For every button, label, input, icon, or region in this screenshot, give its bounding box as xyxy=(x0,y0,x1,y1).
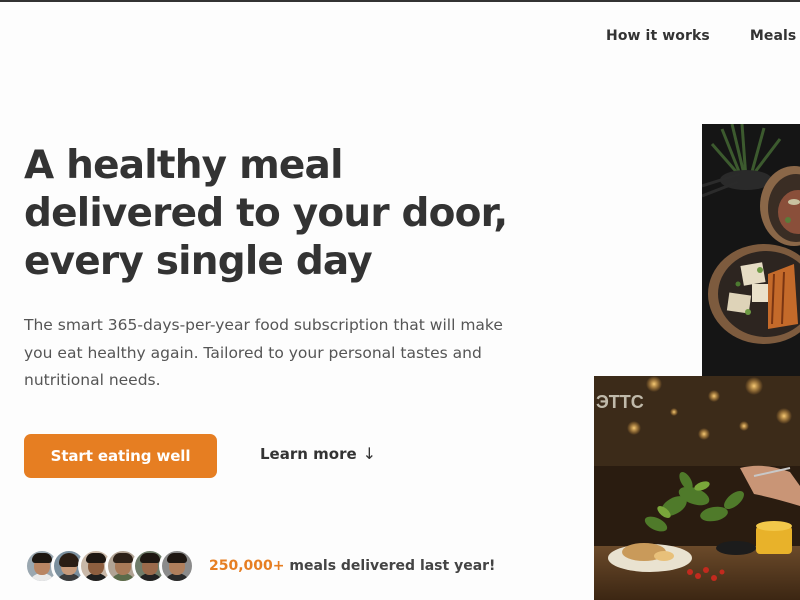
hero-title-line-2: delivered to your door, xyxy=(24,191,508,236)
delivered-meals: 250,000+ meals delivered last year! xyxy=(24,548,495,584)
hero-title: A healthy meal delivered to your door, e… xyxy=(24,142,544,286)
learn-more-label: Learn more xyxy=(260,444,357,463)
restaurant-illustration: ЭТТС xyxy=(594,376,800,600)
customer-avatars xyxy=(24,548,195,584)
hero-title-line-3: every single day xyxy=(24,239,373,284)
start-eating-well-button[interactable]: Start eating well xyxy=(24,434,217,478)
main-nav: How it works Meals xyxy=(606,28,796,44)
hero-description: The smart 365-days-per-year food subscri… xyxy=(24,316,503,389)
arrow-down-icon: ↓ xyxy=(362,444,377,463)
delivered-label: meals delivered last year! xyxy=(284,558,496,574)
nav-link-meals[interactable]: Meals xyxy=(750,28,797,44)
svg-text:ЭТТС: ЭТТС xyxy=(596,392,644,412)
landing-page: How it works Meals A healthy meal delive… xyxy=(0,0,800,600)
hero-title-line-1: A healthy meal xyxy=(24,143,343,188)
meal-bowls-illustration xyxy=(702,124,800,376)
delivered-text: 250,000+ meals delivered last year! xyxy=(209,558,495,574)
nav-link-how-it-works[interactable]: How it works xyxy=(606,28,710,44)
avatar xyxy=(159,548,195,584)
meal-bowls-photo xyxy=(702,124,800,376)
restaurant-dining-photo: ЭТТС xyxy=(594,376,800,600)
delivered-count: 250,000+ xyxy=(209,558,285,574)
learn-more-link[interactable]: Learn more ↓ xyxy=(260,444,376,463)
